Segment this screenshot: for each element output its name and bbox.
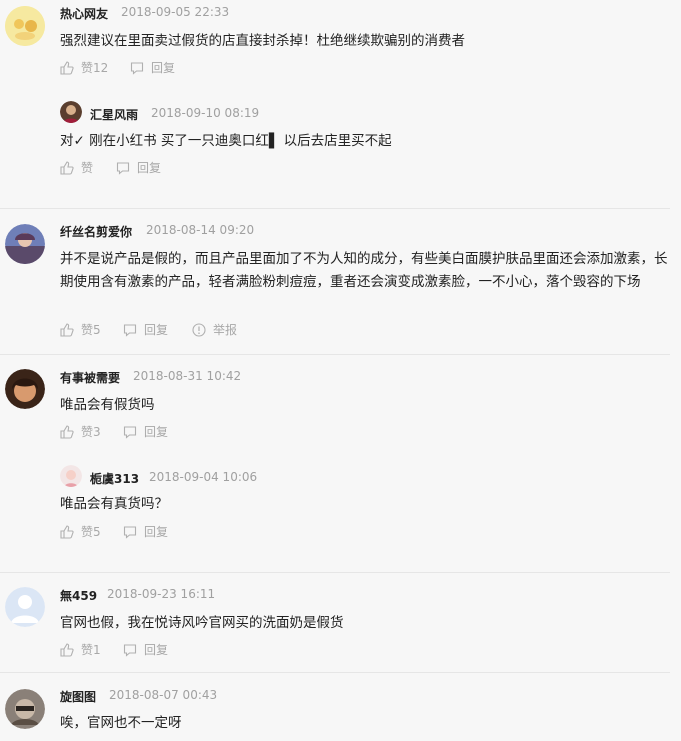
username[interactable]: 汇星风雨 [90,106,138,123]
like-button[interactable]: 赞5 [60,321,101,338]
reply-button[interactable]: 回复 [123,423,168,440]
like-button[interactable]: 赞5 [60,523,101,540]
username[interactable]: 旋图图 [60,688,96,705]
avatar[interactable] [5,587,45,627]
username[interactable]: 纤丝名剪爱你 [60,223,132,240]
reply-button[interactable]: 回复 [130,59,175,76]
username[interactable]: 有事被需要 [60,369,120,386]
timestamp: 2018-08-14 09:20 [146,223,255,237]
avatar[interactable] [5,689,45,729]
like-button[interactable]: 赞3 [60,423,101,440]
report-button[interactable]: 举报 [192,321,237,338]
comment-bubble-icon [123,525,137,539]
comment-bubble-icon [123,323,137,337]
timestamp: 2018-08-07 00:43 [109,688,218,702]
reply-button[interactable]: 回复 [116,159,161,176]
warning-circle-icon [192,322,206,337]
comment-bubble-icon [123,425,137,439]
reply-label: 回复 [144,425,169,439]
username[interactable]: 栀虞313 [90,470,139,487]
thumbs-up-icon [60,60,74,75]
thumbs-up-icon [60,424,74,439]
comment-bubble-icon [130,61,144,75]
comment-text: 唯品会有假货吗 [60,397,155,413]
timestamp: 2018-08-31 10:42 [133,369,242,383]
avatar[interactable] [5,6,45,46]
report-label: 举报 [213,323,238,337]
comment-bubble-icon [116,161,130,175]
thumbs-up-icon [60,642,74,657]
username[interactable]: 無459 [60,587,97,604]
reply-label: 回复 [144,323,169,337]
like-count: 赞3 [81,425,101,439]
comment-text: 唉，官网也不一定呀 [60,715,182,731]
username[interactable]: 热心网友 [60,5,108,22]
like-button[interactable]: 赞1 [60,641,101,658]
like-count: 赞1 [81,643,101,657]
timestamp: 2018-09-04 10:06 [149,470,258,484]
comment-text: 官网也假，我在悦诗风吟官网买的洗面奶是假货 [60,615,344,631]
like-count: 赞12 [81,61,109,75]
reply-button[interactable]: 回复 [123,321,168,338]
divider [0,572,670,573]
avatar[interactable] [60,465,82,487]
comment-bubble-icon [123,643,137,657]
avatar[interactable] [60,101,82,123]
divider [0,672,670,673]
like-button[interactable]: 赞 [60,159,93,176]
thumbs-up-icon [60,524,74,539]
reply-button[interactable]: 回复 [123,523,168,540]
reply-button[interactable]: 回复 [123,641,168,658]
reply-label: 回复 [137,161,162,175]
comment-text: 并不是说产品是假的，而且产品里面加了不为人知的成分，有些美白面膜护肤品里面还会添… [60,251,668,290]
avatar[interactable] [5,369,45,409]
thumbs-up-icon [60,322,74,337]
like-count: 赞 [81,161,94,175]
comment-text: 唯品会有真货吗？ [60,496,168,512]
timestamp: 2018-09-23 16:11 [107,587,216,601]
comment-text: 强烈建议在里面卖过假货的店直接封杀掉！杜绝继续欺骗别的消费者 [60,33,465,49]
comment-text: 对✓ 刚在小红书 买了一只迪奥口红▌ 以后去店里买不起 [60,133,392,149]
thumbs-up-icon [60,160,74,175]
like-count: 赞5 [81,323,101,337]
reply-label: 回复 [144,643,169,657]
divider [0,208,670,209]
timestamp: 2018-09-05 22:33 [121,5,230,19]
divider [0,354,670,355]
reply-label: 回复 [151,61,176,75]
timestamp: 2018-09-10 08:19 [151,106,260,120]
avatar[interactable] [5,224,45,264]
reply-label: 回复 [144,525,169,539]
like-count: 赞5 [81,525,101,539]
like-button[interactable]: 赞12 [60,59,108,76]
